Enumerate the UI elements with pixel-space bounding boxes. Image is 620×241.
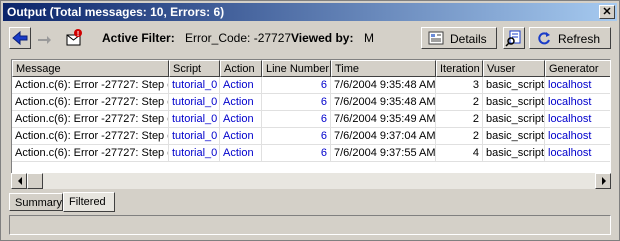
error-envelope-icon: ! bbox=[66, 29, 82, 46]
refresh-button[interactable]: Refresh bbox=[529, 27, 611, 49]
tab-summary[interactable]: Summary bbox=[9, 193, 63, 211]
svg-text:!: ! bbox=[77, 31, 79, 38]
back-button[interactable] bbox=[9, 27, 31, 49]
column-header-script[interactable]: Script bbox=[169, 60, 220, 77]
window-title: Output (Total messages: 10, Errors: 6) bbox=[7, 5, 225, 19]
arrow-left-icon bbox=[18, 177, 22, 185]
viewed-by-value: M bbox=[364, 31, 374, 45]
column-header-generator[interactable]: Generator bbox=[545, 60, 610, 77]
cell-message[interactable]: Action.c(6): Error -27727: Step d bbox=[12, 111, 169, 128]
scroll-left-button[interactable] bbox=[11, 173, 27, 189]
error-messages-button[interactable]: ! bbox=[63, 27, 85, 49]
details-label: Details bbox=[450, 32, 487, 46]
cell-generator[interactable]: localhost bbox=[545, 111, 610, 128]
cell-message[interactable]: Action.c(6): Error -27727: Step d bbox=[12, 94, 169, 111]
cell-script[interactable]: tutorial_0 bbox=[169, 77, 220, 94]
cell-script[interactable]: tutorial_0 bbox=[169, 128, 220, 145]
scroll-thumb[interactable] bbox=[27, 173, 43, 189]
cell-action[interactable]: Action bbox=[220, 77, 262, 94]
details-button[interactable]: Details bbox=[421, 27, 497, 49]
cell-line-number[interactable]: 6 bbox=[262, 145, 331, 162]
refresh-label: Refresh bbox=[558, 32, 601, 46]
forward-button[interactable] bbox=[33, 27, 55, 49]
cell-action[interactable]: Action bbox=[220, 111, 262, 128]
column-header-line-number[interactable]: Line Number bbox=[262, 60, 331, 77]
cell-line-number[interactable]: 6 bbox=[262, 128, 331, 145]
close-button[interactable]: ✕ bbox=[599, 5, 615, 19]
cell-action[interactable]: Action bbox=[220, 145, 262, 162]
cell-time[interactable]: 7/6/2004 9:35:48 AM bbox=[331, 94, 436, 111]
column-header-vuser[interactable]: Vuser bbox=[483, 60, 545, 77]
active-filter-label: Active Filter: bbox=[102, 31, 175, 45]
cell-generator[interactable]: localhost bbox=[545, 77, 610, 94]
cell-script[interactable]: tutorial_0 bbox=[169, 94, 220, 111]
cell-vuser[interactable]: basic_script bbox=[483, 94, 545, 111]
horizontal-scrollbar[interactable] bbox=[11, 173, 611, 189]
cell-time[interactable]: 7/6/2004 9:37:55 AM bbox=[331, 145, 436, 162]
cell-time[interactable]: 7/6/2004 9:35:48 AM bbox=[331, 77, 436, 94]
refresh-icon bbox=[538, 32, 550, 45]
cell-vuser[interactable]: basic_script bbox=[483, 111, 545, 128]
cell-message[interactable]: Action.c(6): Error -27727: Step d bbox=[12, 128, 169, 145]
toolbar: ! Active Filter: Error_Code: -27727 View… bbox=[5, 25, 615, 51]
status-bar bbox=[9, 215, 611, 235]
cell-script[interactable]: tutorial_0 bbox=[169, 111, 220, 128]
details-icon bbox=[428, 31, 444, 45]
log-search-button[interactable] bbox=[503, 27, 525, 49]
cell-message[interactable]: Action.c(6): Error -27727: Step d bbox=[12, 145, 169, 162]
output-window: Output (Total messages: 10, Errors: 6) ✕… bbox=[0, 0, 620, 241]
cell-generator[interactable]: localhost bbox=[545, 145, 610, 162]
cell-iteration[interactable]: 2 bbox=[436, 111, 483, 128]
log-search-icon bbox=[505, 30, 521, 47]
cell-line-number[interactable]: 6 bbox=[262, 111, 331, 128]
cell-generator[interactable]: localhost bbox=[545, 94, 610, 111]
back-arrow-icon bbox=[12, 30, 28, 46]
viewed-by-label: Viewed by: bbox=[291, 31, 354, 45]
cell-iteration[interactable]: 4 bbox=[436, 145, 483, 162]
column-header-message[interactable]: Message bbox=[12, 60, 169, 77]
cell-line-number[interactable]: 6 bbox=[262, 94, 331, 111]
cell-vuser[interactable]: basic_script bbox=[483, 145, 545, 162]
active-filter-value: Error_Code: -27727 bbox=[185, 31, 292, 45]
cell-action[interactable]: Action bbox=[220, 128, 262, 145]
cell-action[interactable]: Action bbox=[220, 94, 262, 111]
cell-script[interactable]: tutorial_0 bbox=[169, 145, 220, 162]
column-header-action[interactable]: Action bbox=[220, 60, 262, 77]
cell-time[interactable]: 7/6/2004 9:37:04 AM bbox=[331, 128, 436, 145]
forward-arrow-icon bbox=[38, 36, 51, 44]
column-header-time[interactable]: Time bbox=[331, 60, 436, 77]
arrow-right-icon bbox=[602, 177, 606, 185]
scroll-right-button[interactable] bbox=[595, 173, 611, 189]
cell-generator[interactable]: localhost bbox=[545, 128, 610, 145]
cell-iteration[interactable]: 2 bbox=[436, 94, 483, 111]
title-bar: Output (Total messages: 10, Errors: 6) ✕ bbox=[3, 3, 617, 21]
cell-iteration[interactable]: 3 bbox=[436, 77, 483, 94]
cell-vuser[interactable]: basic_script bbox=[483, 128, 545, 145]
cell-iteration[interactable]: 2 bbox=[436, 128, 483, 145]
column-header-iteration[interactable]: Iteration bbox=[436, 60, 483, 77]
cell-time[interactable]: 7/6/2004 9:35:49 AM bbox=[331, 111, 436, 128]
tab-filtered[interactable]: Filtered bbox=[63, 192, 115, 212]
cell-line-number[interactable]: 6 bbox=[262, 77, 331, 94]
messages-table: Message Script Action Line Number Time I… bbox=[11, 59, 611, 189]
cell-message[interactable]: Action.c(6): Error -27727: Step d bbox=[12, 77, 169, 94]
cell-vuser[interactable]: basic_script bbox=[483, 77, 545, 94]
